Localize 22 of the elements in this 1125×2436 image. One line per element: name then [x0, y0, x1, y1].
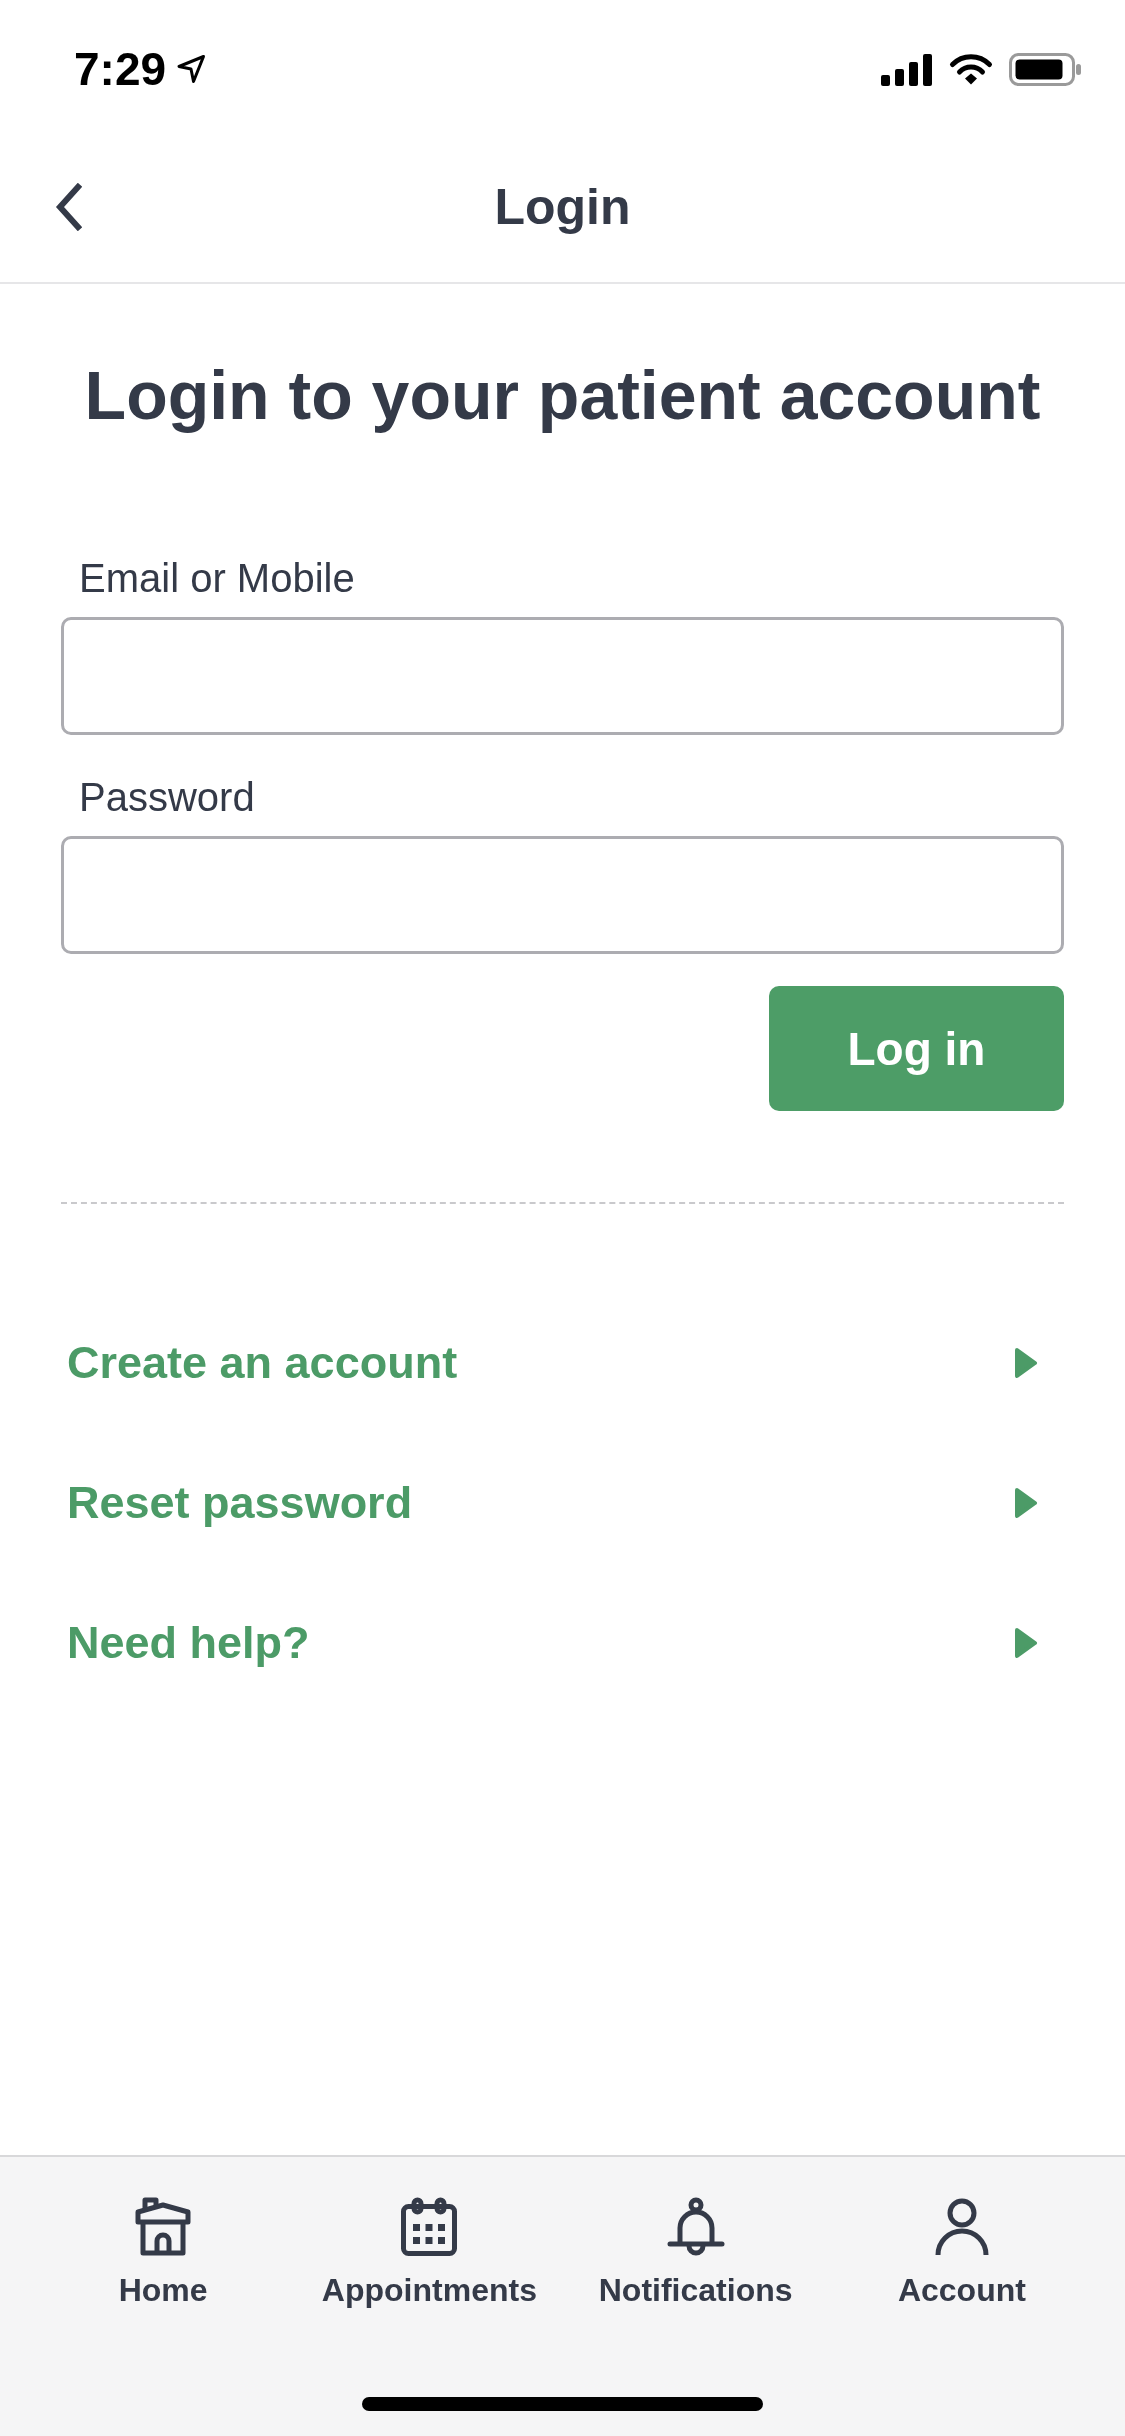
- caret-right-icon: [1014, 1627, 1038, 1659]
- back-icon[interactable]: [54, 183, 82, 231]
- signal-icon: [881, 52, 933, 86]
- tab-item[interactable]: Home: [30, 2197, 297, 2309]
- nav-title: Login: [494, 178, 631, 237]
- input-field[interactable]: [61, 617, 1064, 735]
- tab-item[interactable]: Appointments: [296, 2197, 563, 2309]
- input-field[interactable]: [61, 836, 1064, 954]
- field-label: Password: [78, 774, 255, 821]
- wifi-icon: [948, 52, 994, 86]
- home-icon: [133, 2197, 194, 2257]
- tab-item[interactable]: Notifications: [562, 2197, 829, 2309]
- tab-item[interactable]: Account: [828, 2197, 1095, 2309]
- page-heading: Login to your patient account: [83, 356, 1042, 435]
- caret-right-icon: [1014, 1347, 1038, 1379]
- bell-icon: [665, 2197, 726, 2257]
- field-label: Email or Mobile: [78, 555, 355, 602]
- location-arrow-icon: [176, 54, 207, 84]
- battery-icon: [1009, 52, 1082, 86]
- calendar-icon: [399, 2197, 460, 2257]
- status-time: 7:29: [74, 46, 167, 92]
- caret-right-icon: [1014, 1487, 1038, 1519]
